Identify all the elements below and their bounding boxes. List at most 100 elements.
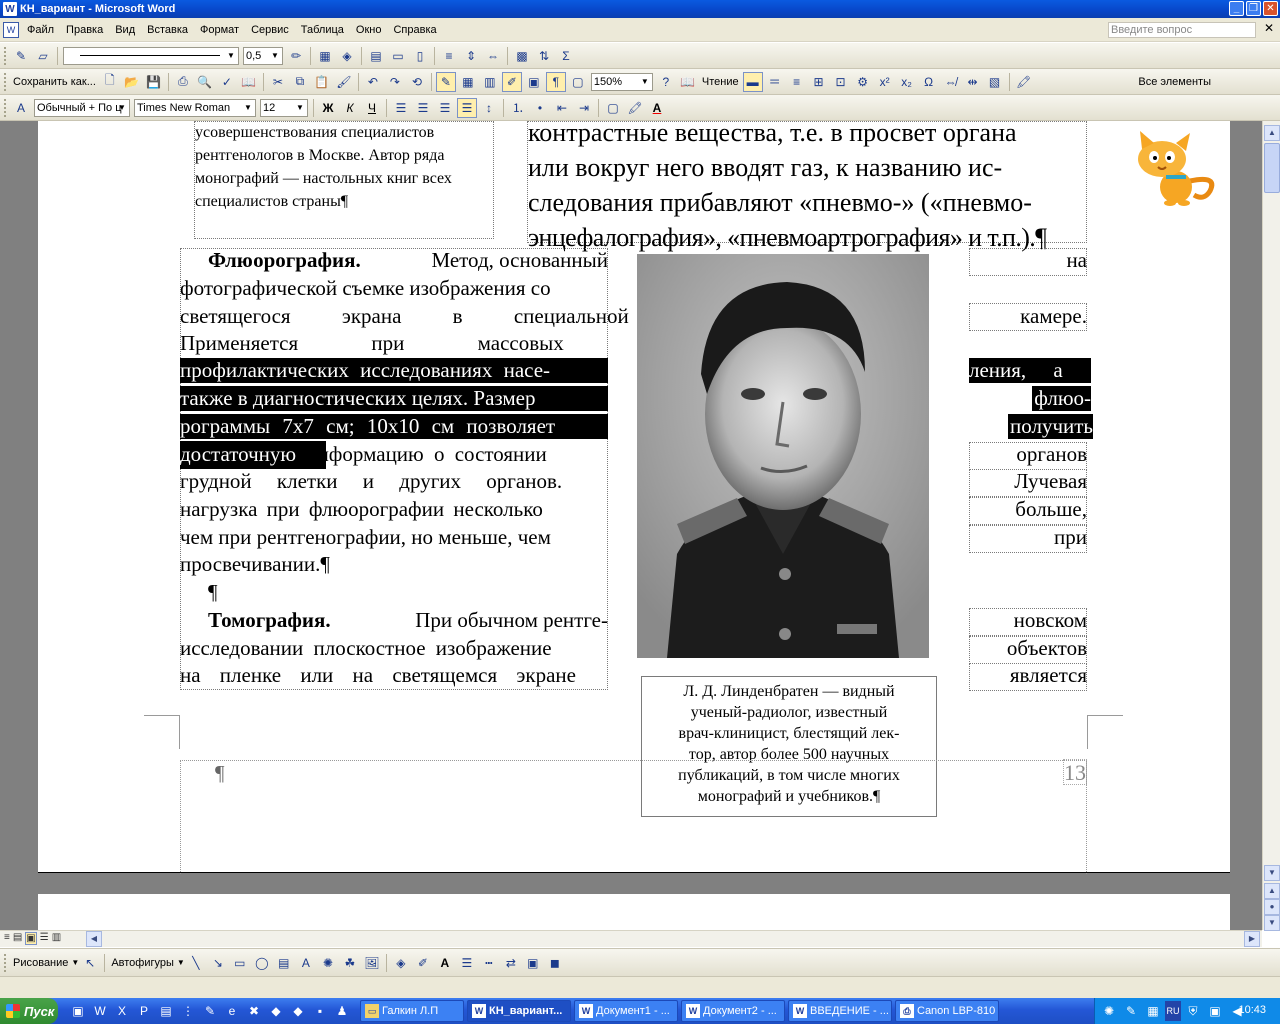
borders-icon[interactable]: ▦ — [315, 46, 335, 66]
align-center-icon[interactable]: ☰ — [413, 98, 433, 118]
arrow-icon[interactable]: ↘ — [208, 953, 228, 973]
menu-format[interactable]: Формат — [194, 24, 245, 36]
tray-display-icon[interactable]: ▣ — [1205, 1001, 1225, 1021]
menu-view[interactable]: Вид — [109, 24, 141, 36]
fill-color-icon[interactable]: ◈ — [391, 953, 411, 973]
vertical-scrollbar[interactable]: ▲ ▼ ▲ ● ▼ — [1262, 121, 1280, 931]
research-icon[interactable]: 📖 — [239, 72, 259, 92]
bold-button[interactable]: Ж — [318, 98, 338, 118]
line-color-icon[interactable]: ✐ — [413, 953, 433, 973]
split-cells-icon[interactable]: ▯ — [410, 46, 430, 66]
eraser-icon[interactable]: ▱ — [33, 46, 53, 66]
previous-page-button[interactable]: ▲ — [1264, 883, 1280, 899]
dash-style-icon[interactable]: ┅ — [479, 953, 499, 973]
picture-icon[interactable]: 🖼 — [362, 953, 382, 973]
shadow-style-icon[interactable]: ▣ — [523, 953, 543, 973]
portrait-photo[interactable] — [637, 254, 929, 658]
help-question-input[interactable]: Введите вопрос — [1108, 22, 1256, 38]
insert-object-icon[interactable]: ⚙ — [853, 72, 873, 92]
quicklaunch-app3-icon[interactable]: ◆ — [266, 1001, 286, 1021]
next-page-button[interactable]: ▼ — [1264, 915, 1280, 931]
draw-table-icon[interactable]: ✎ — [11, 46, 31, 66]
arrow-style-icon[interactable]: ⇄ — [501, 953, 521, 973]
quicklaunch-app6-icon[interactable]: ♟ — [332, 1001, 352, 1021]
task-word-kn[interactable]: W КН_вариант... — [467, 1000, 571, 1022]
distribute-columns-icon[interactable]: ⇔ — [483, 46, 503, 66]
document-icon[interactable]: W — [3, 21, 19, 38]
sort-icon[interactable]: ⇅ — [534, 46, 554, 66]
draw-table-toggle-icon[interactable]: ✎ — [435, 71, 456, 92]
reading-view-icon[interactable]: ▥ — [52, 932, 61, 945]
line-icon[interactable]: ╲ — [186, 953, 206, 973]
footer-region[interactable] — [180, 760, 1087, 874]
line-weight-select[interactable]: 0,5 ▼ — [243, 46, 283, 65]
align-cell-icon[interactable]: ≡ — [439, 46, 459, 66]
task-printer[interactable]: ⎙ Canon LBP-810 — [895, 1000, 999, 1022]
font-size-select[interactable]: 12 ▼ — [260, 98, 308, 117]
equal-sign-icon[interactable]: ＝ — [765, 72, 785, 92]
quicklaunch-publisher-icon[interactable]: P — [134, 1001, 154, 1021]
task-word-doc1[interactable]: W Документ1 - ... — [574, 1000, 678, 1022]
quicklaunch-access-icon[interactable]: ⋮ — [178, 1001, 198, 1021]
columns-icon[interactable]: ▥ — [480, 72, 500, 92]
rectangle-icon[interactable]: ▭ — [230, 953, 250, 973]
menu-file[interactable]: Файл — [21, 24, 60, 36]
tray-lang-icon[interactable]: RU — [1165, 1001, 1181, 1021]
toolbar-grip[interactable] — [4, 46, 7, 65]
toolbar-grip[interactable] — [4, 72, 7, 91]
tray-tool-icon[interactable]: ✎ — [1121, 1001, 1141, 1021]
style-select[interactable]: Обычный + По ц ▼ — [34, 98, 130, 117]
close-button[interactable]: ✕ — [1263, 1, 1278, 16]
document-page[interactable]: усовершенствования специалистов рентгено… — [38, 121, 1230, 874]
select-browse-object-button[interactable]: ● — [1264, 899, 1280, 915]
menu-edit[interactable]: Правка — [60, 24, 109, 36]
scroll-right-button[interactable]: ▶ — [1244, 931, 1260, 947]
quicklaunch-excel-icon[interactable]: X — [112, 1001, 132, 1021]
scroll-thumb[interactable] — [1264, 143, 1280, 193]
tray-app-icon[interactable]: ✺ — [1099, 1001, 1119, 1021]
wordart-icon[interactable]: A — [296, 953, 316, 973]
tray-security-icon[interactable]: ⛨ — [1183, 1001, 1203, 1021]
help-icon[interactable]: ? — [656, 72, 676, 92]
redo-icon[interactable]: ↷ — [385, 72, 405, 92]
drawing-menu-button[interactable]: Рисование — [13, 957, 68, 969]
outline-view-icon[interactable]: ☰ — [40, 932, 49, 945]
autoformat-table-icon[interactable]: ▩ — [512, 46, 532, 66]
align-left-icon[interactable]: ☰ — [391, 98, 411, 118]
copy-icon[interactable]: ⧉ — [290, 72, 310, 92]
next-page[interactable] — [38, 894, 1230, 930]
print-layout-view-icon[interactable]: ▣ — [25, 932, 37, 945]
menu-table[interactable]: Таблица — [295, 24, 350, 36]
double-line-icon[interactable]: ≡ — [787, 72, 807, 92]
insert-table-icon[interactable]: ▤ — [366, 46, 386, 66]
reading-icon[interactable]: 📖 — [678, 72, 698, 92]
paste-icon[interactable]: 📋 — [312, 72, 332, 92]
save-as-button[interactable]: Сохранить как... — [13, 76, 96, 88]
maximize-button[interactable]: ❐ — [1246, 1, 1261, 16]
decrease-indent-icon[interactable]: ⇤ — [552, 98, 572, 118]
menu-insert[interactable]: Вставка — [141, 24, 194, 36]
quicklaunch-media-icon[interactable]: ▤ — [156, 1001, 176, 1021]
bullets-icon[interactable]: • — [530, 98, 550, 118]
print-icon[interactable]: ⎙ — [173, 72, 193, 92]
scroll-down-button[interactable]: ▼ — [1264, 865, 1280, 881]
document-map-icon[interactable]: ▣ — [524, 72, 544, 92]
new-document-icon[interactable]: 🗋 — [100, 72, 120, 92]
highlight-color-icon[interactable]: 🖍 — [625, 98, 645, 118]
line-style-icon[interactable]: ☰ — [457, 953, 477, 973]
text-box-icon[interactable]: ▤ — [274, 953, 294, 973]
tray-network-icon[interactable]: ▦ — [1143, 1001, 1163, 1021]
oval-icon[interactable]: ◯ — [252, 953, 272, 973]
distribute-rows-icon[interactable]: ⇕ — [461, 46, 481, 66]
task-word-doc2[interactable]: W Документ2 - ... — [681, 1000, 785, 1022]
drawing-toggle-icon[interactable]: ✐ — [501, 71, 522, 92]
font-color-icon[interactable]: A — [435, 953, 455, 973]
select-objects-icon[interactable]: ↖ — [80, 953, 100, 973]
quicklaunch-app5-icon[interactable]: ▪ — [310, 1001, 330, 1021]
quicklaunch-app-icon[interactable]: ▣ — [68, 1001, 88, 1021]
3d-style-icon[interactable]: ◼ — [545, 953, 565, 973]
cut-icon[interactable]: ✂ — [268, 72, 288, 92]
format-painter-icon[interactable]: 🖌 — [334, 72, 354, 92]
menu-tools[interactable]: Сервис — [245, 24, 295, 36]
scroll-up-button[interactable]: ▲ — [1264, 125, 1280, 141]
